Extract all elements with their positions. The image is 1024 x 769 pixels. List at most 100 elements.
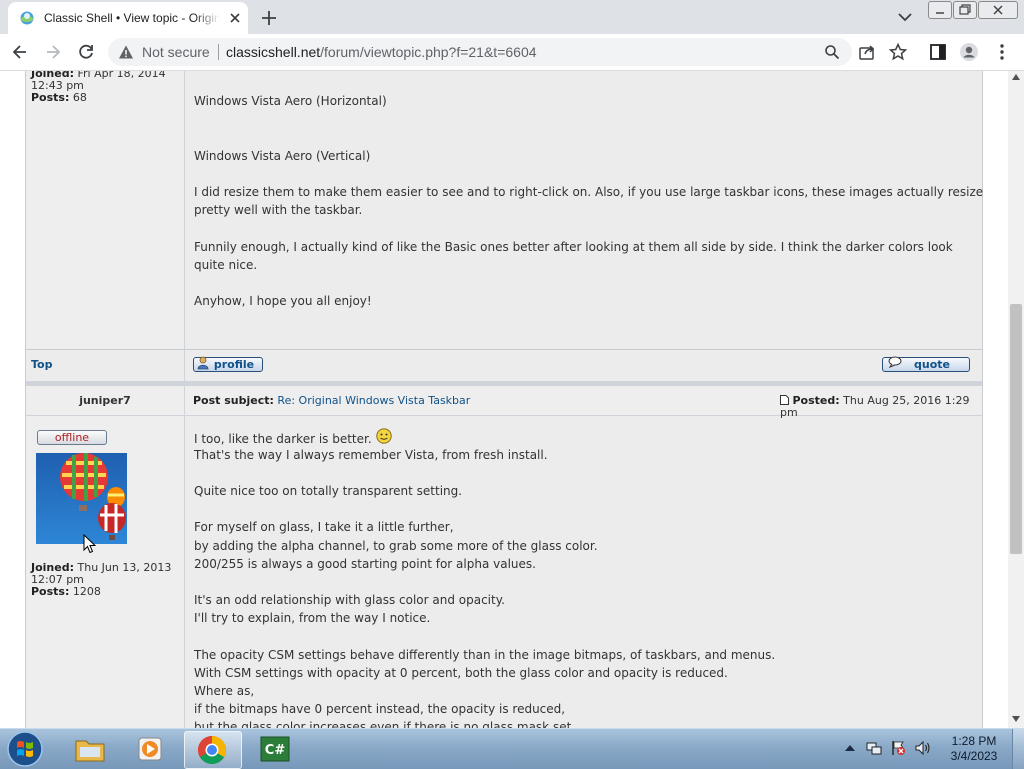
post-text-line: That's the way I always remember Vista, … bbox=[194, 448, 548, 462]
smile-emoji-icon bbox=[375, 428, 392, 444]
post-text-line: Funnily enough, I actually kind of like … bbox=[194, 240, 953, 254]
show-desktop-button[interactable] bbox=[1012, 729, 1024, 769]
post-subject-link[interactable]: Re: Original Windows Vista Taskbar bbox=[277, 394, 470, 407]
scroll-down-arrow-icon[interactable] bbox=[1012, 716, 1020, 722]
browser-tab[interactable]: Classic Shell • View topic - Original Wi… bbox=[8, 2, 248, 34]
posts-label: Posts: bbox=[31, 585, 70, 598]
browser-menu-icon[interactable] bbox=[992, 42, 1012, 62]
post-text-line: 200/255 is always a good starting point … bbox=[194, 557, 536, 571]
start-button-windows-icon[interactable] bbox=[6, 730, 44, 768]
taskbar-clock[interactable]: 1:28 PM 3/4/2023 bbox=[944, 734, 1004, 764]
post-author-name[interactable]: juniper7 bbox=[26, 395, 184, 407]
action-center-flag-icon[interactable] bbox=[890, 740, 906, 756]
speech-bubble-icon bbox=[888, 356, 902, 368]
online-status-badge: offline bbox=[37, 430, 107, 445]
taskbar-csharp-app[interactable]: C# bbox=[246, 731, 302, 767]
quote-button[interactable]: quote bbox=[882, 356, 970, 372]
restore-window-button[interactable] bbox=[953, 1, 977, 19]
network-icon[interactable] bbox=[866, 740, 882, 756]
clock-date: 3/4/2023 bbox=[950, 749, 998, 763]
site-favicon-icon bbox=[20, 11, 34, 25]
clock-time: 1:28 PM bbox=[951, 734, 997, 748]
mouse-cursor-icon bbox=[83, 534, 97, 554]
prev-posts-label: Posts: bbox=[31, 91, 70, 104]
post-text-line: Windows Vista Aero (Vertical) bbox=[194, 149, 371, 163]
post-subject: Post subject: Re: Original Windows Vista… bbox=[193, 395, 470, 407]
close-tab-icon[interactable] bbox=[227, 10, 243, 26]
post-text-line: Anyhow, I hope you all enjoy! bbox=[194, 294, 372, 308]
post-text-line: Windows Vista Aero (Horizontal) bbox=[194, 94, 387, 108]
address-bar[interactable]: Not secure classicshell.net/forum/viewto… bbox=[108, 38, 852, 66]
taskbar-media-player[interactable] bbox=[122, 731, 178, 767]
post-text-line: I too, like the darker is better. bbox=[194, 428, 392, 448]
profile-person-icon bbox=[197, 356, 209, 370]
prev-joined-info: Joined: Fri Apr 18, 2014 12:43 pm Posts:… bbox=[31, 71, 181, 104]
browser-tab-strip: Classic Shell • View topic - Original Wi… bbox=[0, 0, 1024, 34]
post-joined-info: Joined: Thu Jun 13, 2013 12:07 pm Posts:… bbox=[31, 562, 181, 598]
back-arrow-icon[interactable] bbox=[10, 42, 30, 62]
minimize-window-button[interactable] bbox=[928, 1, 952, 19]
post-text-line: I'll try to explain, from the way I noti… bbox=[194, 611, 431, 625]
csharp-file-icon: C# bbox=[260, 736, 290, 762]
search-icon[interactable] bbox=[824, 44, 840, 60]
tab-search-chevron-icon[interactable] bbox=[896, 9, 914, 25]
media-player-icon bbox=[138, 737, 162, 761]
share-icon[interactable] bbox=[857, 42, 877, 62]
new-tab-icon[interactable] bbox=[259, 8, 279, 28]
forward-arrow-icon[interactable] bbox=[43, 42, 63, 62]
tab-title: Classic Shell • View topic - Original Wi… bbox=[44, 11, 220, 25]
address-separator bbox=[218, 44, 219, 60]
url-text[interactable]: classicshell.net/forum/viewtopic.php?f=2… bbox=[226, 44, 537, 60]
profile-avatar-icon[interactable] bbox=[959, 42, 979, 62]
post-text-line: Where as, bbox=[194, 684, 255, 698]
post-text-line: by adding the alpha channel, to grab som… bbox=[194, 539, 598, 553]
posts-count: 1208 bbox=[72, 585, 101, 598]
browser-toolbar: Not secure classicshell.net/forum/viewto… bbox=[0, 34, 1024, 71]
prev-post-footer: Top profile quote bbox=[26, 349, 982, 381]
security-status-text[interactable]: Not secure bbox=[142, 44, 210, 60]
post-text-line: It's an odd relationship with glass colo… bbox=[194, 593, 505, 607]
close-window-button[interactable] bbox=[978, 1, 1018, 19]
post-text-line: quite nice. bbox=[194, 258, 258, 272]
url-path: /forum/viewtopic.php?f=21&t=6604 bbox=[320, 44, 537, 60]
post-text-line: but the glass color increases even if th… bbox=[194, 720, 576, 728]
post-subject-label: Post subject: bbox=[193, 394, 274, 407]
side-panel-icon[interactable] bbox=[928, 42, 948, 62]
svg-text:C#: C# bbox=[265, 743, 286, 758]
post-text-line: if the bitmaps have 0 percent instead, t… bbox=[194, 702, 566, 716]
url-domain: classicshell.net bbox=[226, 44, 321, 60]
profile-button[interactable]: profile bbox=[193, 356, 263, 372]
header-divider bbox=[184, 386, 185, 415]
warning-triangle-icon[interactable] bbox=[118, 44, 134, 60]
post-text-line: The opacity CSM settings behave differen… bbox=[194, 648, 776, 662]
post-text-line: Quite nice too on totally transparent se… bbox=[194, 484, 463, 498]
reload-icon[interactable] bbox=[76, 42, 96, 62]
post-header-row: juniper7 Post subject: Re: Original Wind… bbox=[26, 386, 982, 419]
page-scrollbar[interactable] bbox=[1008, 71, 1024, 728]
show-hidden-icons-arrow[interactable] bbox=[845, 744, 855, 752]
scroll-up-arrow-icon[interactable] bbox=[1012, 74, 1020, 80]
volume-speaker-icon[interactable] bbox=[914, 740, 932, 756]
prev-post-body: Windows Vista Aero (Horizontal) Windows … bbox=[185, 71, 984, 349]
page-viewport: Joined: Fri Apr 18, 2014 12:43 pm Posts:… bbox=[0, 71, 1008, 728]
post-text-line: For myself on glass, I take it a little … bbox=[194, 520, 454, 534]
post-body: I too, like the darker is better. That's… bbox=[185, 416, 982, 728]
user-avatar-balloons[interactable] bbox=[36, 453, 127, 544]
scrollbar-thumb[interactable] bbox=[1010, 304, 1022, 554]
footer-divider bbox=[184, 350, 185, 381]
forum-topic-panel: Joined: Fri Apr 18, 2014 12:43 pm Posts:… bbox=[25, 71, 983, 728]
post-text-line: I did resize them to make them easier to… bbox=[194, 185, 984, 199]
prev-posts-value: 68 bbox=[72, 91, 87, 104]
windows-taskbar: C# 1:28 PM 3/4/2023 bbox=[0, 728, 1024, 769]
restore-icon bbox=[959, 4, 971, 15]
posted-label: Posted: bbox=[792, 394, 840, 407]
close-window-icon bbox=[993, 5, 1003, 15]
minimize-icon bbox=[936, 12, 944, 14]
folder-icon bbox=[75, 740, 105, 762]
prev-post-profile: Joined: Fri Apr 18, 2014 12:43 pm Posts:… bbox=[26, 71, 185, 349]
taskbar-explorer[interactable] bbox=[62, 731, 118, 767]
top-link[interactable]: Top bbox=[31, 359, 52, 371]
taskbar-chrome[interactable] bbox=[184, 731, 242, 769]
bookmark-star-icon[interactable] bbox=[888, 42, 908, 62]
post-document-icon[interactable] bbox=[780, 395, 789, 405]
